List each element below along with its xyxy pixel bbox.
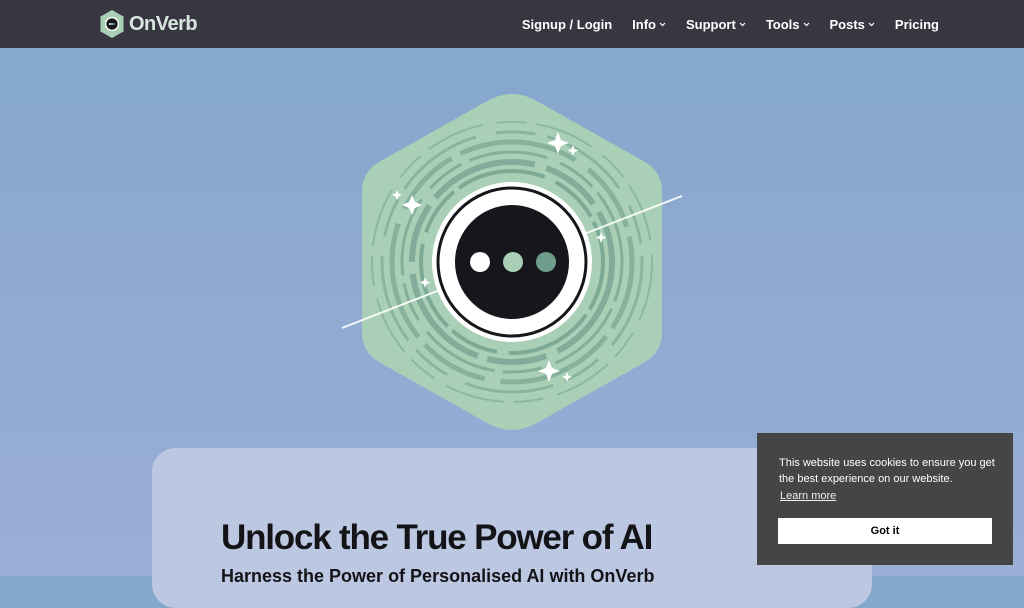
nav-posts[interactable]: Posts [830, 17, 875, 32]
nav-tools[interactable]: Tools [766, 17, 810, 32]
nav-support[interactable]: Support [686, 17, 746, 32]
nav-info[interactable]: Info [632, 17, 666, 32]
brand-name: OnVerb [129, 12, 198, 35]
hero-title: Unlock the True Power of AI [221, 518, 653, 557]
nav-signup-login[interactable]: Signup / Login [522, 17, 612, 32]
nav-pricing[interactable]: Pricing [895, 17, 939, 32]
nav-label: Info [632, 16, 656, 32]
hexagon-chat-illustration [341, 94, 683, 430]
chevron-down-icon [659, 22, 666, 27]
chevron-down-icon [803, 22, 809, 27]
brand-link[interactable]: OnVerb [99, 9, 198, 39]
nav-label: Pricing [894, 16, 939, 32]
onverb-logo-icon [100, 10, 124, 38]
cookie-message: This website uses cookies to ensure you … [779, 457, 995, 485]
nav-label: Support [685, 16, 736, 32]
top-navigation-bar: OnVerb Signup / Login Info Support Tools… [0, 0, 1024, 48]
nav-label: Tools [765, 16, 800, 32]
nav-label: Signup / Login [521, 16, 613, 32]
nav-label: Posts [829, 16, 865, 32]
cookie-consent-banner: This website uses cookies to ensure you … [757, 433, 1013, 565]
chevron-down-icon [868, 22, 875, 27]
got-it-button[interactable]: Got it [778, 518, 992, 544]
hero-subtitle: Harness the Power of Personalised AI wit… [221, 566, 655, 586]
learn-more-link[interactable]: Learn more [780, 490, 836, 502]
main-nav: Signup / Login Info Support Tools Posts … [522, 0, 939, 48]
chevron-down-icon [739, 22, 746, 27]
